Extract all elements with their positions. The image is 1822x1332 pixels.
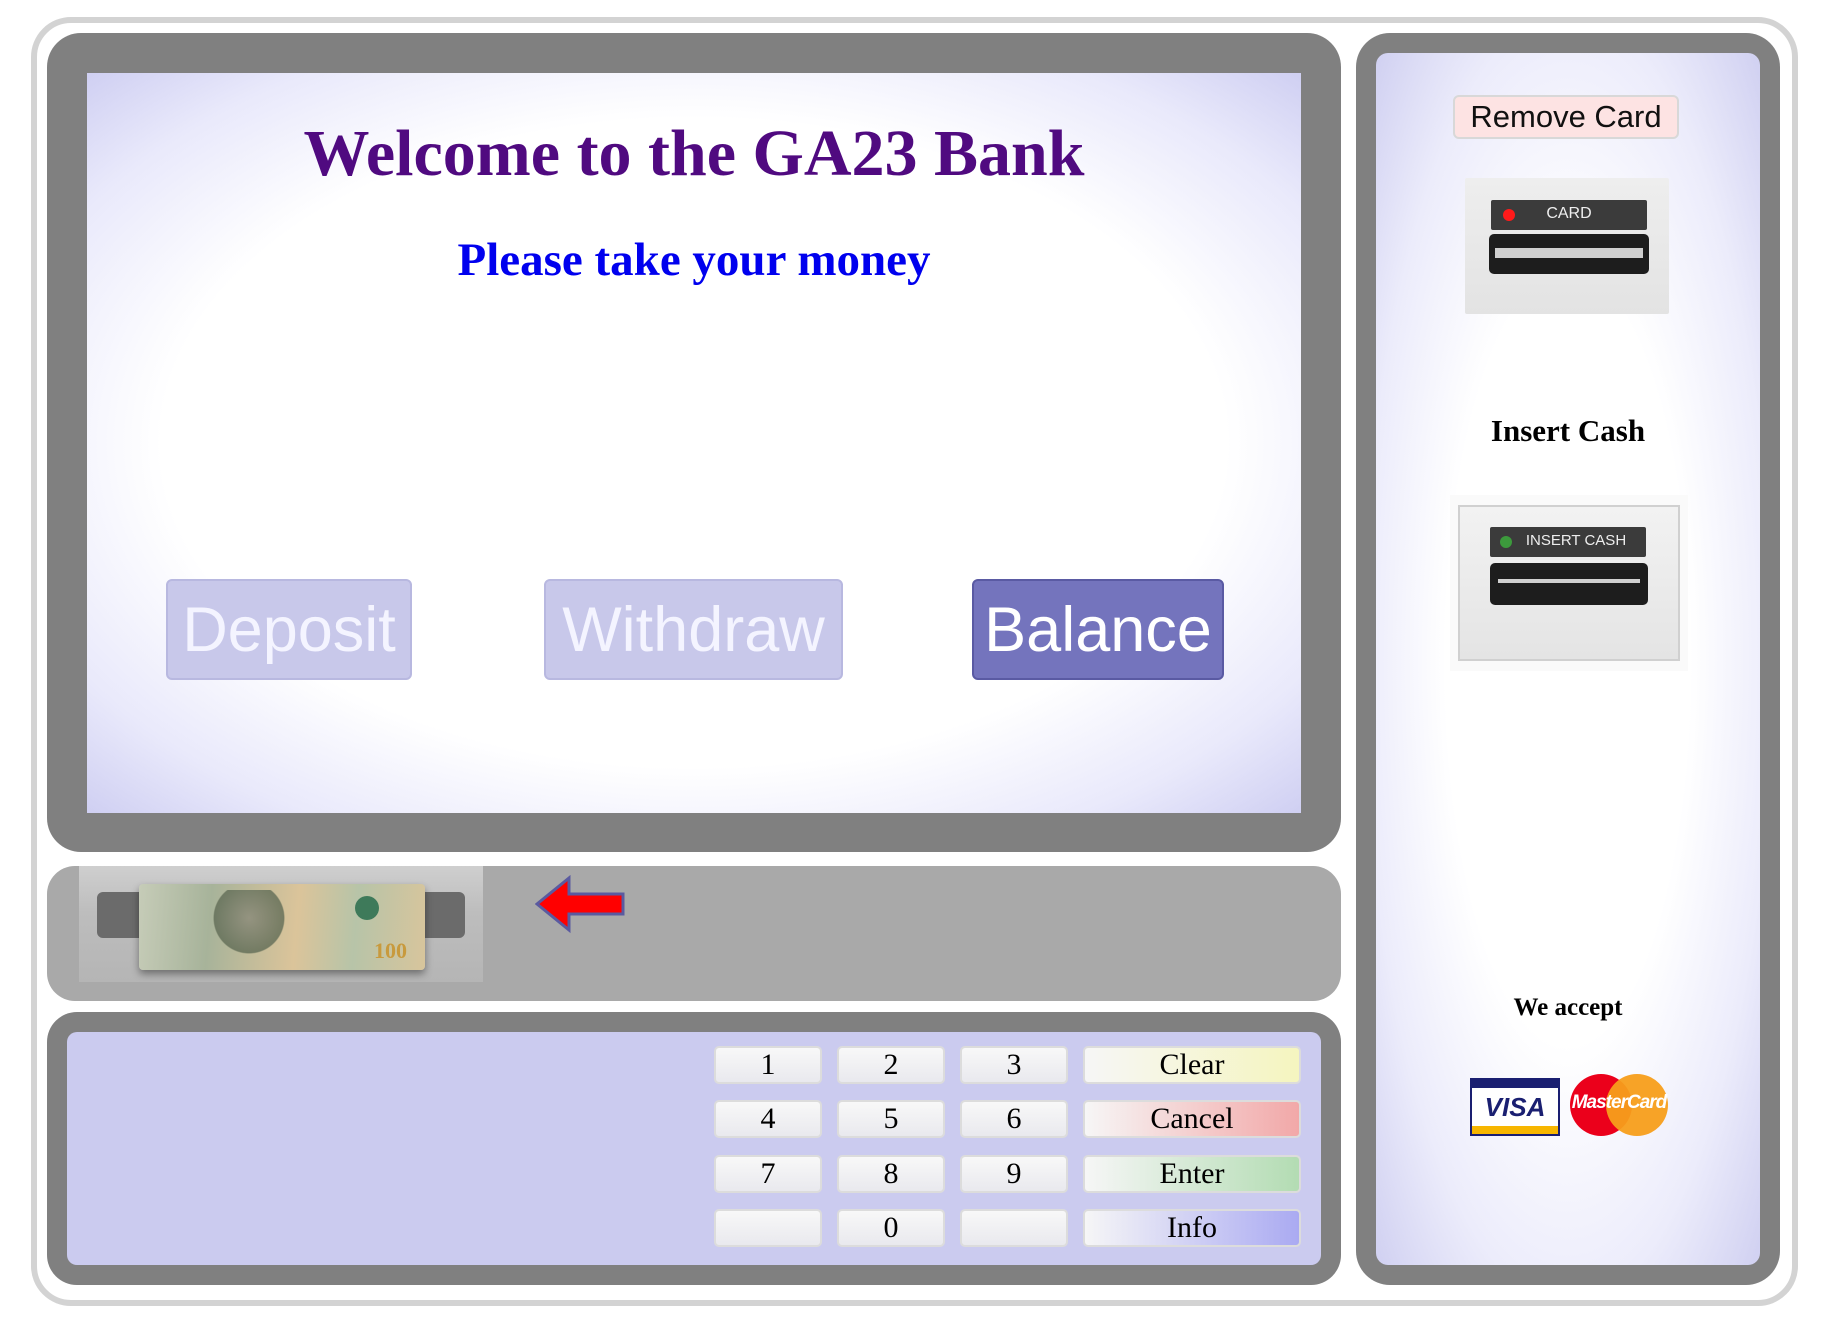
card-reader-label-bar: CARD: [1491, 200, 1647, 230]
info-button[interactable]: Info: [1083, 1209, 1301, 1247]
atm-screen: Welcome to the GA23 Bank Please take you…: [87, 73, 1301, 813]
balance-button[interactable]: Balance: [972, 579, 1224, 680]
left-arrow-icon: [535, 874, 625, 934]
money-stack[interactable]: 100: [139, 884, 425, 970]
insert-cash-title: Insert Cash: [1490, 413, 1646, 448]
bill-seal: [355, 896, 379, 920]
deposit-button[interactable]: Deposit: [166, 579, 412, 680]
card-reader-label: CARD: [1546, 205, 1592, 222]
key-6[interactable]: 6: [960, 1100, 1068, 1138]
cash-acceptor[interactable]: INSERT CASH: [1450, 495, 1688, 671]
remove-card-button[interactable]: Remove Card: [1453, 95, 1679, 139]
dispensed-cash[interactable]: 100: [79, 866, 483, 982]
clear-button[interactable]: Clear: [1083, 1046, 1301, 1084]
key-blank-right[interactable]: [960, 1209, 1068, 1247]
mastercard-logo-text: MasterCard: [1571, 1092, 1668, 1113]
key-4[interactable]: 4: [714, 1100, 822, 1138]
visa-logo-text: VISA: [1484, 1091, 1546, 1122]
key-7[interactable]: 7: [714, 1155, 822, 1193]
cancel-button[interactable]: Cancel: [1083, 1100, 1301, 1138]
key-2[interactable]: 2: [837, 1046, 945, 1084]
key-9[interactable]: 9: [960, 1155, 1068, 1193]
welcome-title: Welcome to the GA23 Bank: [303, 117, 1085, 190]
key-3[interactable]: 3: [960, 1046, 1068, 1084]
key-5[interactable]: 5: [837, 1100, 945, 1138]
card-slot[interactable]: [1489, 234, 1649, 274]
withdraw-button[interactable]: Withdraw: [544, 579, 843, 680]
key-0[interactable]: 0: [837, 1209, 945, 1247]
visa-logo-icon: VISA: [1470, 1078, 1560, 1136]
cash-insert-slot[interactable]: [1490, 563, 1648, 605]
key-1[interactable]: 1: [714, 1046, 822, 1084]
status-message: Please take your money: [457, 234, 931, 286]
enter-button[interactable]: Enter: [1083, 1155, 1301, 1193]
we-accept-label: We accept: [1513, 994, 1623, 1021]
key-blank-left[interactable]: [714, 1209, 822, 1247]
bill-portrait: [209, 890, 289, 960]
cash-dispenser-tray: 100: [47, 866, 1341, 1001]
mastercard-logo-icon: MasterCard: [1570, 1074, 1668, 1136]
bill-denomination: 100: [374, 938, 407, 963]
card-reader[interactable]: CARD: [1465, 178, 1669, 314]
cash-acceptor-label-bar: INSERT CASH: [1490, 527, 1646, 557]
cash-acceptor-label: INSERT CASH: [1525, 532, 1627, 549]
key-8[interactable]: 8: [837, 1155, 945, 1193]
